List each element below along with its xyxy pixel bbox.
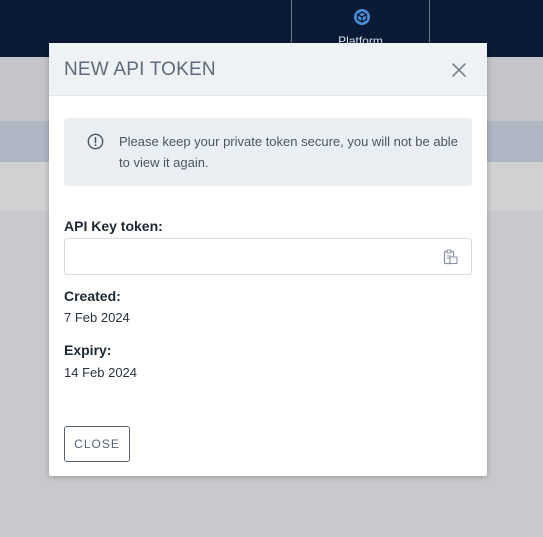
created-label: Created: [64,288,121,304]
info-icon [87,133,104,150]
close-button[interactable]: CLOSE [64,426,130,462]
security-notice: Please keep your private token secure, y… [64,118,472,186]
cube-icon [354,9,370,25]
dialog-title: NEW API TOKEN [64,59,216,80]
api-key-field [64,238,472,275]
dialog-header: NEW API TOKEN [49,43,487,96]
close-icon[interactable] [451,62,467,78]
notice-text: Please keep your private token secure, y… [119,134,458,170]
new-api-token-dialog: NEW API TOKEN Please keep your private t… [49,43,487,476]
expiry-label: Expiry: [64,342,112,358]
expiry-value: 14 Feb 2024 [64,365,138,380]
copy-clipboard-icon[interactable] [443,249,458,265]
api-key-label: API Key token: [64,218,163,234]
created-value: 7 Feb 2024 [64,310,130,325]
api-key-input[interactable] [73,245,437,269]
